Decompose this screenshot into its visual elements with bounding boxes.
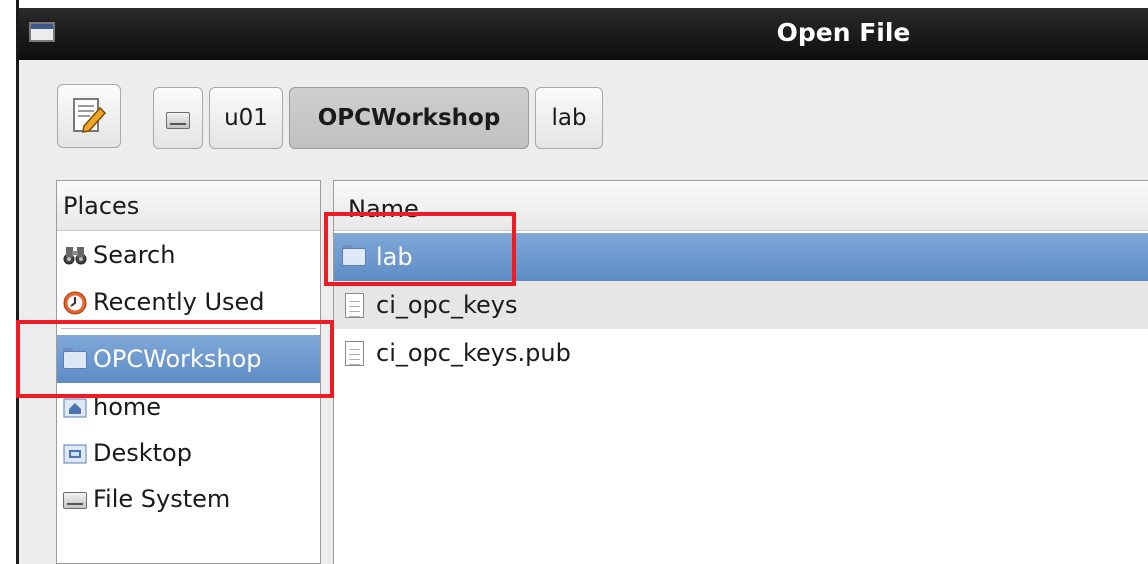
file-name: ci_opc_keys.pub [376, 339, 571, 367]
crumb-u01[interactable]: u01 [209, 87, 283, 149]
place-label: Search [93, 241, 176, 269]
place-file-system[interactable]: File System [57, 476, 320, 522]
filesystem-root-button[interactable] [153, 87, 203, 149]
place-desktop[interactable]: Desktop [57, 430, 320, 476]
open-file-dialog: u01 OPCWorkshop lab Places Search Recent… [19, 60, 1148, 564]
file-name: lab [376, 243, 413, 271]
places-panel: Places Search Recently Used OPCWorkshop … [56, 180, 321, 564]
place-label: OPCWorkshop [93, 345, 262, 373]
place-opcworkshop[interactable]: OPCWorkshop [57, 335, 320, 383]
place-search[interactable]: Search [57, 232, 320, 278]
drive-icon [63, 488, 87, 510]
document-icon [342, 341, 366, 366]
crumb-opcworkshop[interactable]: OPCWorkshop [289, 87, 529, 149]
desktop-folder-icon [63, 442, 87, 464]
place-recently-used[interactable]: Recently Used [57, 279, 320, 325]
place-label: File System [93, 485, 231, 513]
home-folder-icon [63, 396, 87, 418]
place-home[interactable]: home [57, 384, 320, 430]
folder-icon [342, 245, 366, 269]
places-header: Places [57, 181, 320, 231]
crumb-lab[interactable]: lab [535, 87, 603, 149]
file-list-panel: Name lab ci_opc_keys ci_opc_keys.pub [333, 180, 1148, 564]
background-edge [0, 0, 6, 564]
title-bar[interactable]: Open File [19, 8, 1148, 60]
places-separator [61, 328, 316, 329]
clock-icon [63, 291, 87, 315]
binoculars-icon [63, 244, 87, 266]
place-label: Desktop [93, 439, 192, 467]
file-row-ci-opc-keys-pub[interactable]: ci_opc_keys.pub [334, 329, 1148, 377]
type-location-button[interactable] [57, 84, 121, 148]
place-label: Recently Used [93, 288, 265, 316]
column-header-name[interactable]: Name [334, 181, 1148, 231]
drive-icon [166, 108, 190, 129]
file-name: ci_opc_keys [376, 291, 518, 319]
place-label: home [93, 393, 162, 421]
window-title: Open File [776, 18, 911, 47]
edit-pencil-icon [73, 98, 107, 133]
file-row-lab[interactable]: lab [334, 233, 1148, 281]
folder-icon [63, 348, 87, 370]
document-icon [342, 293, 366, 318]
file-row-ci-opc-keys[interactable]: ci_opc_keys [334, 281, 1148, 329]
